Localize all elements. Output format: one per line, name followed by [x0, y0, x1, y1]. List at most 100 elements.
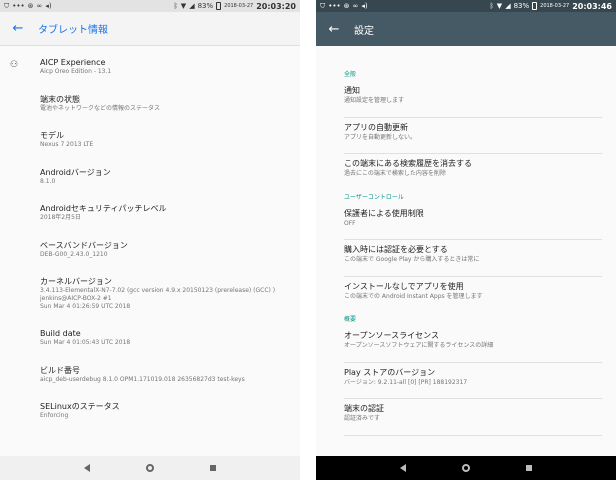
item-title: Build date	[40, 329, 81, 338]
settings-list: 全般 通知 通知設定を管理します アプリの自動更新 アプリを自動更新しない。 こ…	[316, 46, 616, 436]
nav-recents-icon[interactable]	[210, 465, 216, 471]
list-item-build-date[interactable]: Build date Sun Mar 4 01:05:43 UTC 2018	[0, 323, 300, 360]
navigation-bar	[0, 456, 300, 480]
link-icon: ∞	[36, 1, 43, 10]
list-item-build-number[interactable]: ビルド番号 aicp_deb-userdebug 8.1.0 OPM1.1710…	[0, 360, 300, 397]
screenshot-divider	[300, 0, 316, 480]
app-bar: ← 設定	[316, 12, 616, 46]
app-bar: ← タブレット情報	[0, 12, 300, 46]
setting-parental-controls[interactable]: 保護者による使用制限 OFF	[344, 204, 602, 240]
item-summary: DEB-G00_2.43.0_1210	[40, 250, 108, 258]
item-summary: Nexus 7 2013 LTE	[40, 141, 94, 148]
setting-require-authentication[interactable]: 購入時には認証を必要とする この端末で Google Play から購入するとき…	[344, 240, 602, 277]
nav-home-icon[interactable]	[462, 464, 470, 472]
setting-title: アプリの自動更新	[344, 122, 408, 132]
volume-icon: ◂)	[361, 1, 368, 10]
info-list: ⚇ AICP Experience Aicp Oreo Edition - 13…	[0, 46, 300, 433]
setting-title: 保護者による使用制限	[344, 208, 424, 218]
setting-summary: 通知設定を管理します	[344, 97, 405, 104]
signal-icon: ◢	[189, 1, 195, 10]
item-title: Androidセキュリティパッチレベル	[40, 204, 167, 213]
setting-summary: OFF	[344, 219, 356, 227]
setting-device-certification[interactable]: 端末の認証 認証済みです	[344, 399, 602, 436]
battery-icon	[216, 2, 222, 10]
setting-title: オープンソースライセンス	[344, 331, 439, 340]
link-icon: ∞	[352, 1, 359, 10]
nav-back-icon[interactable]	[84, 464, 90, 472]
item-summary: jenkins@AICP-BOX-2 #1	[40, 295, 112, 302]
setting-clear-search-history[interactable]: この端末にある検索履歴を消去する 過去にこの端末で検索した内容を削除	[344, 154, 602, 191]
list-item-kernel-version[interactable]: カーネルバージョン 3.4.113-ElementalX-N7-7.02 (gc…	[0, 271, 300, 323]
shield-icon: ⛉	[320, 1, 326, 10]
item-title: Androidバージョン	[40, 167, 111, 177]
list-item-android-version[interactable]: Androidバージョン 8.1.0	[0, 162, 300, 199]
more-notifications-icon: •••	[328, 1, 341, 10]
item-title: カーネルバージョン	[40, 277, 112, 286]
item-summary: Enforcing	[40, 412, 69, 419]
status-time: 20:03:46	[572, 1, 612, 11]
bluetooth-icon: ᛒ	[173, 1, 178, 10]
item-title: ベースバンドバージョン	[40, 240, 128, 250]
setting-notifications[interactable]: 通知 通知設定を管理します	[344, 81, 602, 118]
setting-summary: 過去にこの端末で検索した内容を削除	[344, 170, 446, 177]
navigation-bar	[316, 456, 616, 480]
setting-summary: 認証済みです	[344, 415, 381, 422]
setting-title: Play ストアのバージョン	[344, 367, 436, 377]
nav-back-icon[interactable]	[400, 464, 406, 472]
bluetooth-icon: ᛒ	[489, 1, 494, 10]
setting-title: この端末にある検索履歴を消去する	[344, 159, 472, 168]
list-item-model[interactable]: モデル Nexus 7 2013 LTE	[0, 125, 300, 162]
item-summary: 電池やネットワークなどの情報のステータス	[40, 104, 161, 112]
setting-summary: バージョン: 9.2.11-all [0] [PR] 188192317	[344, 378, 468, 386]
shield-icon: ⛉	[4, 1, 10, 10]
setting-instant-apps[interactable]: インストールなしでアプリを使用 この端末での Android Instant A…	[344, 277, 602, 314]
setting-summary: アプリを自動更新しない。	[344, 133, 417, 141]
wifi-icon: ▼	[180, 1, 187, 10]
item-summary: Sun Mar 4 01:05:43 UTC 2018	[40, 339, 131, 346]
status-date: 2018-03-27	[224, 3, 254, 9]
nav-home-icon[interactable]	[146, 464, 154, 472]
setting-play-store-version[interactable]: Play ストアのバージョン バージョン: 9.2.11-all [0] [PR…	[344, 363, 602, 399]
setting-title: インストールなしでアプリを使用	[344, 281, 464, 291]
setting-title: 購入時には認証を必要とする	[344, 245, 448, 254]
list-item-aicp-experience[interactable]: ⚇ AICP Experience Aicp Oreo Edition - 13…	[0, 52, 300, 89]
page-title: 設定	[354, 25, 374, 37]
list-item-baseband-version[interactable]: ベースバンドバージョン DEB-G00_2.43.0_1210	[0, 235, 300, 272]
item-summary: Sun Mar 4 01:26:59 UTC 2018	[40, 303, 131, 310]
category-header-user-controls: ユーザーコントロール	[344, 193, 404, 201]
battery-percent: 83%	[197, 2, 214, 10]
setting-title: 通知	[344, 86, 360, 95]
setting-summary: この端末で Google Play から購入するときは常に	[344, 256, 480, 263]
back-arrow-icon[interactable]: ←	[324, 22, 344, 37]
item-summary: 2018年2月5日	[40, 214, 81, 221]
battery-icon	[532, 2, 538, 10]
wifi-icon: ▼	[496, 1, 503, 10]
list-item-selinux-status[interactable]: SELinuxのステータス Enforcing	[0, 396, 300, 433]
category-header-general: 全般	[344, 71, 357, 78]
setting-summary: この端末での Android Instant Apps を管理します	[344, 292, 483, 300]
volume-icon: ◂)	[45, 1, 52, 10]
status-bar: ⛉ ••• ⊛ ∞ ◂) ᛒ ▼ ◢ 83% 2018-03-27 20:03:…	[0, 0, 300, 12]
item-title: 端末の状態	[40, 94, 80, 104]
sync-icon: ⊛	[27, 1, 34, 10]
setting-auto-update-apps[interactable]: アプリの自動更新 アプリを自動更新しない。	[344, 118, 602, 154]
battery-percent: 83%	[513, 2, 530, 10]
item-title: ビルド番号	[40, 365, 80, 375]
item-summary: Aicp Oreo Edition - 13.1	[40, 68, 112, 75]
setting-open-source-licenses[interactable]: オープンソースライセンス オープンソースソフトウェアに関するライセンスの詳細	[344, 326, 602, 363]
signal-icon: ◢	[505, 1, 511, 10]
item-summary: 3.4.113-ElementalX-N7-7.02 (gcc version …	[40, 287, 276, 294]
status-bar: ⛉ ••• ⊛ ∞ ◂) ᛒ ▼ ◢ 83% 2018-03-27 20:03:…	[316, 0, 616, 12]
play-store-settings-screen: ⛉ ••• ⊛ ∞ ◂) ᛒ ▼ ◢ 83% 2018-03-27 20:03:…	[316, 0, 616, 480]
setting-title: 端末の認証	[344, 404, 384, 413]
item-summary: aicp_deb-userdebug 8.1.0 OPM1.171019.018…	[40, 375, 245, 383]
back-arrow-icon[interactable]: ←	[8, 21, 28, 36]
more-notifications-icon: •••	[12, 1, 25, 10]
item-title: SELinuxのステータス	[40, 402, 120, 411]
list-item-device-status[interactable]: 端末の状態 電池やネットワークなどの情報のステータス	[0, 89, 300, 126]
category-header-about: 概要	[344, 316, 357, 323]
page-title: タブレット情報	[38, 25, 108, 36]
list-item-security-patch[interactable]: Androidセキュリティパッチレベル 2018年2月5日	[0, 198, 300, 235]
sync-icon: ⊛	[343, 1, 350, 10]
nav-recents-icon[interactable]	[526, 465, 532, 471]
